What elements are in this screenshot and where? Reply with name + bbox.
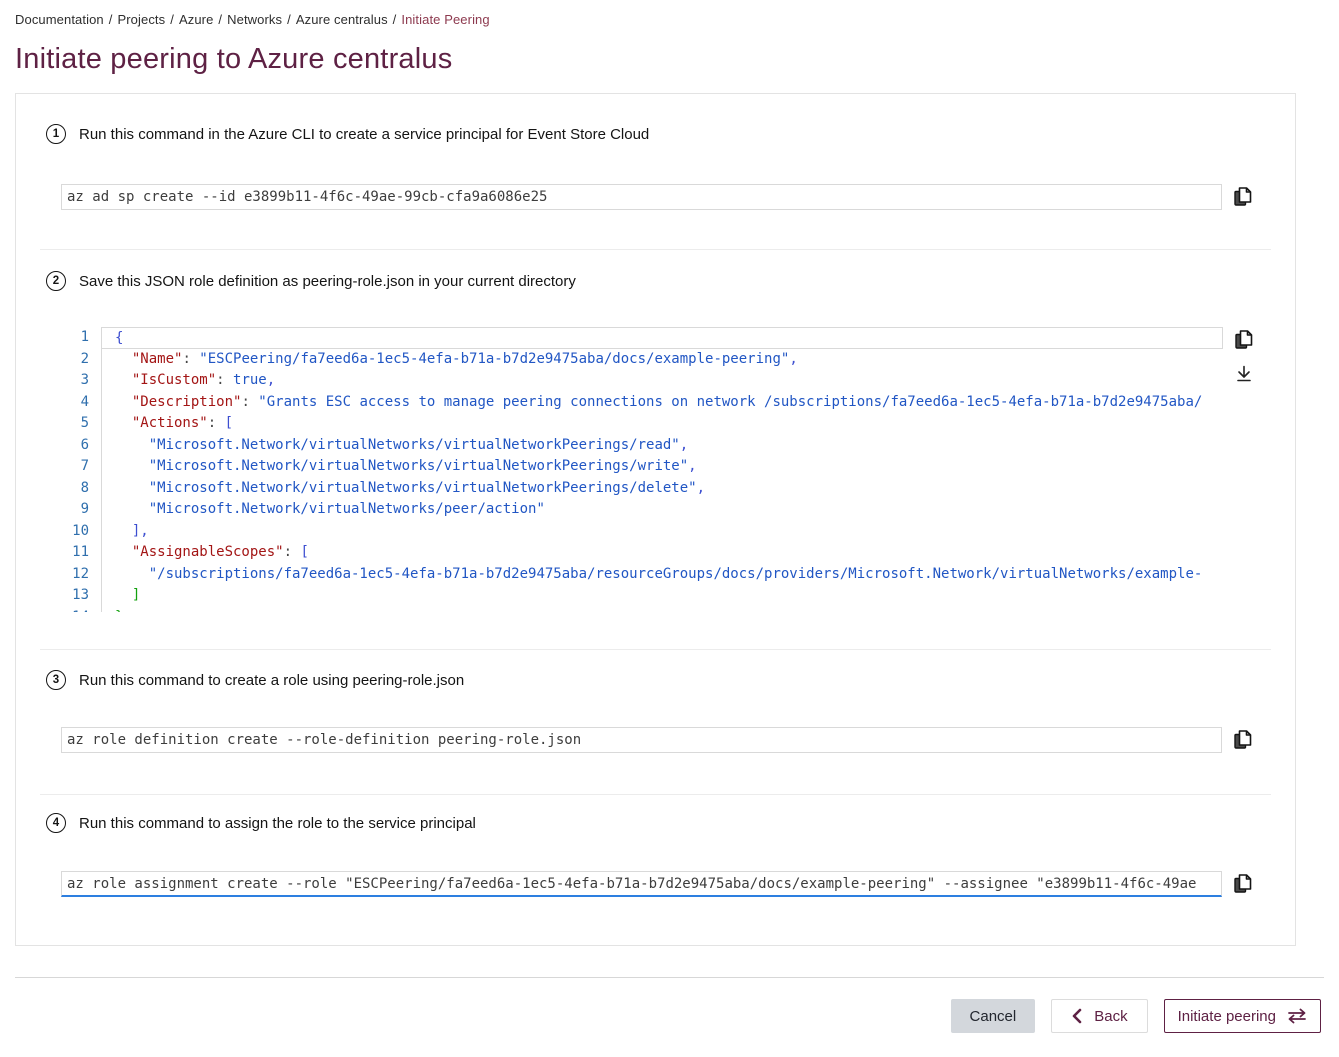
breadcrumb-link-projects[interactable]: Projects <box>117 12 165 27</box>
editor-code-line[interactable]: "Actions": [ <box>102 413 1223 435</box>
step-1-instruction: Run this command in the Azure CLI to cre… <box>79 126 649 143</box>
editor-code-line[interactable]: "Name": "ESCPeering/fa7eed6a-1ec5-4efa-b… <box>102 349 1223 371</box>
editor-code-line[interactable]: "AssignableScopes": [ <box>102 542 1223 564</box>
editor-code-line[interactable]: "Microsoft.Network/virtualNetworks/virtu… <box>102 456 1223 478</box>
editor-line-number: 8 <box>61 478 101 500</box>
step-3-instruction: Run this command to create a role using … <box>79 672 464 689</box>
json-copy-button[interactable] <box>1234 329 1254 351</box>
editor-line-number: 9 <box>61 499 101 521</box>
section-divider <box>40 649 1271 650</box>
json-download-button[interactable] <box>1234 364 1254 386</box>
footer-actions: Cancel Back Initiate peering <box>0 999 1321 1033</box>
copy-icon <box>1233 186 1253 208</box>
step-4-command-input[interactable] <box>61 871 1222 897</box>
breadcrumb: Documentation / Projects / Azure / Networks / Az… <box>15 12 1339 27</box>
editor-code-line[interactable]: ], <box>102 521 1223 543</box>
step-1-command-row <box>61 184 1295 210</box>
editor-code-line[interactable]: "/subscriptions/fa7eed6a-1ec5-4efa-b71a-… <box>102 564 1223 586</box>
copy-icon <box>1234 329 1254 351</box>
wizard-card: 1 Run this command in the Azure CLI to c… <box>15 93 1296 946</box>
step-4-instruction: Run this command to assign the role to t… <box>79 815 476 832</box>
breadcrumb-link-azure-centralus[interactable]: Azure centralus <box>296 12 388 27</box>
step-1-number-badge: 1 <box>46 124 66 144</box>
editor-line-number: 6 <box>61 435 101 457</box>
breadcrumb-separator: / <box>218 12 222 27</box>
step-3-copy-button[interactable] <box>1233 729 1253 751</box>
editor-line-number: 5 <box>61 413 101 435</box>
editor-code-line[interactable]: } <box>102 607 1223 613</box>
breadcrumb-current-initiate-peering: Initiate Peering <box>401 12 489 27</box>
editor-code-line[interactable]: "Microsoft.Network/virtualNetworks/virtu… <box>102 478 1223 500</box>
breadcrumb-separator: / <box>287 12 291 27</box>
editor-line-number: 4 <box>61 392 101 414</box>
download-icon <box>1234 364 1254 384</box>
initiate-peering-label: Initiate peering <box>1178 1008 1276 1025</box>
editor-line-number: 2 <box>61 349 101 371</box>
step-1-command-input[interactable] <box>61 184 1222 210</box>
back-chevron-icon <box>1071 1008 1082 1024</box>
editor-code-line[interactable]: "Microsoft.Network/virtualNetworks/peer/… <box>102 499 1223 521</box>
editor-code-line[interactable]: "IsCustom": true, <box>102 370 1223 392</box>
step-4-command-row <box>61 871 1295 897</box>
footer-divider <box>15 977 1324 978</box>
editor-line-number: 12 <box>61 564 101 586</box>
breadcrumb-separator: / <box>109 12 113 27</box>
editor-actions <box>1234 327 1254 386</box>
step-3-number-badge: 3 <box>46 670 66 690</box>
editor-code-line[interactable]: { <box>102 327 1223 349</box>
section-divider <box>40 794 1271 795</box>
editor-line-number: 11 <box>61 542 101 564</box>
step-4-copy-button[interactable] <box>1233 873 1253 895</box>
transfer-arrows-icon <box>1287 1008 1307 1024</box>
step-3-header: 3 Run this command to create a role usin… <box>46 670 1295 690</box>
step-2-header: 2 Save this JSON role definition as peer… <box>46 271 1295 291</box>
initiate-peering-button[interactable]: Initiate peering <box>1164 999 1321 1033</box>
step-1-copy-button[interactable] <box>1233 186 1253 208</box>
editor-code-line[interactable]: "Microsoft.Network/virtualNetworks/virtu… <box>102 435 1223 457</box>
breadcrumb-separator: / <box>393 12 397 27</box>
section-divider <box>40 249 1271 250</box>
step-4-number-badge: 4 <box>46 813 66 833</box>
step-1-header: 1 Run this command in the Azure CLI to c… <box>46 124 1295 144</box>
json-editor-wrap: 1234567891011121314 { "Name": "ESCPeerin… <box>61 327 1295 612</box>
back-button[interactable]: Back <box>1051 999 1147 1033</box>
editor-line-number: 13 <box>61 585 101 607</box>
editor-line-number: 7 <box>61 456 101 478</box>
step-3-command-row <box>61 727 1295 753</box>
editor-code-line[interactable]: "Description": "Grants ESC access to man… <box>102 392 1223 414</box>
step-4-header: 4 Run this command to assign the role to… <box>46 813 1295 833</box>
back-button-label: Back <box>1094 1008 1127 1025</box>
cancel-button[interactable]: Cancel <box>951 999 1036 1033</box>
editor-gutter: 1234567891011121314 <box>61 327 101 612</box>
step-2-number-badge: 2 <box>46 271 66 291</box>
editor-line-number: 14 <box>61 607 101 613</box>
breadcrumb-link-documentation[interactable]: Documentation <box>15 12 104 27</box>
editor-code[interactable]: { "Name": "ESCPeering/fa7eed6a-1ec5-4efa… <box>101 327 1223 612</box>
json-role-editor[interactable]: 1234567891011121314 { "Name": "ESCPeerin… <box>61 327 1223 612</box>
copy-icon <box>1233 729 1253 751</box>
editor-line-number: 1 <box>61 327 101 349</box>
breadcrumb-link-networks[interactable]: Networks <box>227 12 282 27</box>
breadcrumb-separator: / <box>170 12 174 27</box>
editor-line-number: 10 <box>61 521 101 543</box>
step-3-command-input[interactable] <box>61 727 1222 753</box>
editor-code-line[interactable]: ] <box>102 585 1223 607</box>
page-title: Initiate peering to Azure centralus <box>15 43 1339 76</box>
copy-icon <box>1233 873 1253 895</box>
breadcrumb-link-azure[interactable]: Azure <box>179 12 213 27</box>
editor-line-number: 3 <box>61 370 101 392</box>
step-2-instruction: Save this JSON role definition as peerin… <box>79 273 576 290</box>
